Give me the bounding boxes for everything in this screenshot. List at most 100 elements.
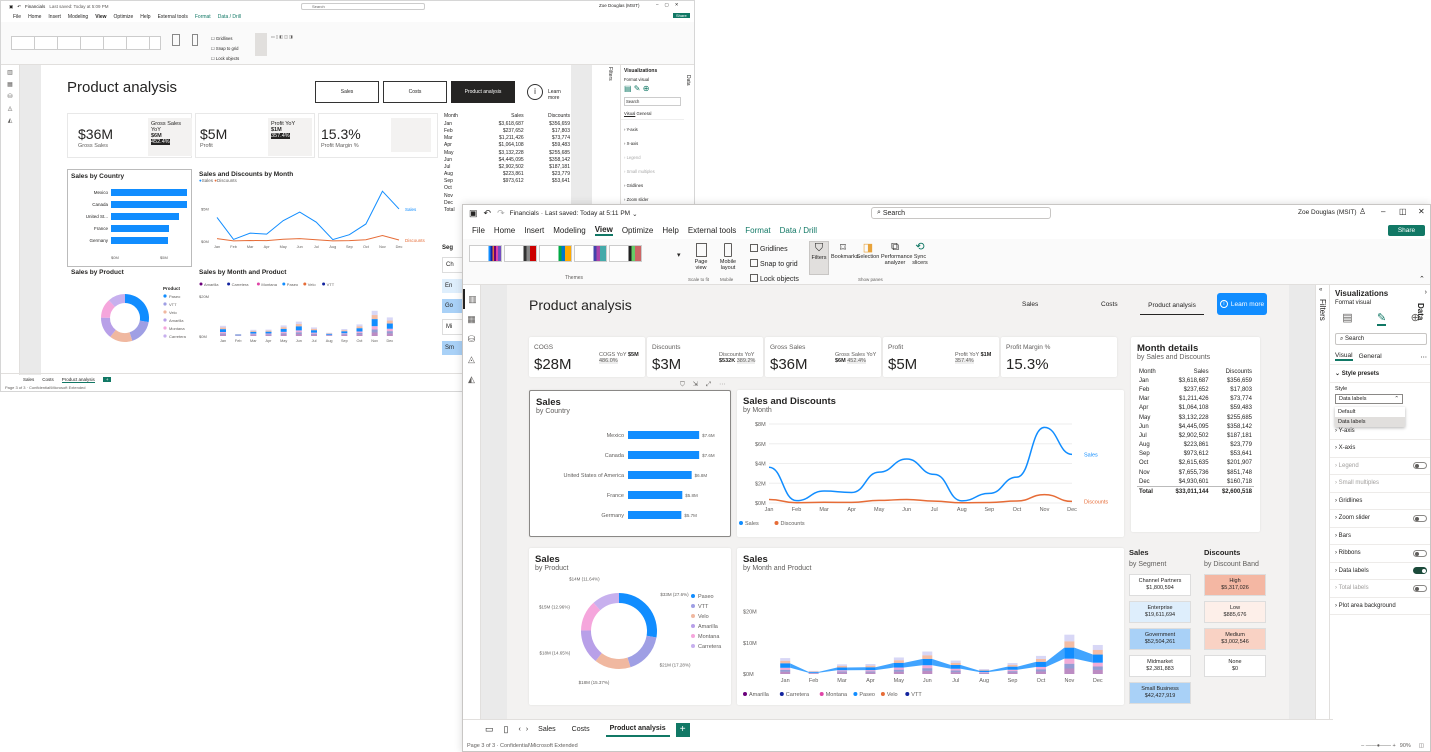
back-save-icon[interactable]: ▣ <box>9 4 13 10</box>
format-visual-icon[interactable]: ✎ <box>1376 311 1387 326</box>
tab-product-analysis[interactable]: Product analysis <box>605 722 670 737</box>
back-viz-section[interactable]: › Small multiples <box>624 165 681 179</box>
menu-optimize[interactable]: Optimize <box>622 226 654 235</box>
menu-modeling[interactable]: Modeling <box>553 226 585 235</box>
kpi-card-gross-sales[interactable]: Gross Sales $36M Gross Sales YoY $6M 452.… <box>765 337 881 377</box>
back-menu-view[interactable]: View <box>95 14 106 20</box>
back-menu-insert[interactable]: Insert <box>48 14 61 20</box>
style-option-data-labels[interactable]: Data labels <box>1335 416 1405 427</box>
back-table-row[interactable]: May $3,132,228 $255,685 <box>442 149 572 156</box>
undo-icon[interactable]: ↶ <box>484 208 492 219</box>
sales-month-product-visual[interactable]: Sales by Month and Product $0M $10M $20M Jan… <box>737 548 1124 705</box>
learn-more-button[interactable]: i Learn more <box>1217 293 1267 315</box>
format-section-gridlines[interactable]: › Gridlines <box>1330 493 1430 510</box>
back-menu-optimize[interactable]: Optimize <box>114 14 134 20</box>
menu-insert[interactable]: Insert <box>524 226 544 235</box>
table-row[interactable]: Dec $4,930,601 $160,718 <box>1137 477 1254 487</box>
back-month-product-visual[interactable]: Sales by Month and Product Jan Feb Mar Apr M… <box>199 269 439 369</box>
sales-by-segment-visual[interactable]: Sales by Segment Channel Partners $1,800,… <box>1129 548 1195 708</box>
table-row[interactable]: Apr $1,064,108 $59,483 <box>1137 404 1254 413</box>
tab-sales[interactable]: Sales <box>538 726 556 733</box>
gridlines-checkbox[interactable]: Gridlines <box>750 242 799 257</box>
format-section-bars[interactable]: › Bars <box>1330 528 1430 545</box>
format-section-data-labels[interactable]: › Data labels <box>1330 563 1430 580</box>
back-viz-section[interactable]: › Legend <box>624 151 681 165</box>
add-page-button[interactable]: + <box>675 722 690 737</box>
back-nav-costs[interactable]: Costs <box>383 81 447 103</box>
discount-band-tile[interactable]: Low $885,676 <box>1204 601 1266 623</box>
redo-icon[interactable]: ↷ <box>497 208 505 219</box>
back-menu-help[interactable]: Help <box>140 14 150 20</box>
saved-dropdown-icon[interactable]: ⌄ <box>632 210 637 218</box>
table-row[interactable]: May $3,132,228 $255,685 <box>1137 413 1254 422</box>
minimize-icon[interactable]: – <box>1381 207 1385 216</box>
theme-swatch[interactable] <box>504 245 537 262</box>
model-view-icon[interactable]: ⛁ <box>463 329 480 349</box>
selection-pane-button[interactable]: ◨ Selection <box>856 241 880 260</box>
mobile-view-toggle-icon[interactable]: ▯ <box>504 724 509 735</box>
table-row[interactable]: Jun $4,445,095 $358,142 <box>1137 422 1254 431</box>
back-window-controls[interactable]: –▢✕ <box>656 2 685 8</box>
menu-view[interactable]: View <box>594 225 613 236</box>
dax-query-icon[interactable]: ◬ <box>463 349 480 369</box>
back-learn-more[interactable]: Learn more <box>548 89 571 101</box>
back-lock-check[interactable]: ☐ Lock objects <box>211 54 239 64</box>
segment-tile[interactable]: Small Business $42,427,919 <box>1129 682 1191 704</box>
back-table-row[interactable]: Mar $1,211,426 $73,774 <box>442 135 572 142</box>
table-row[interactable]: Mar $1,211,426 $73,774 <box>1137 395 1254 404</box>
back-theme-gallery[interactable] <box>11 36 161 50</box>
prev-page-icon[interactable]: ‹ <box>518 726 520 733</box>
style-presets-section[interactable]: ⌄ Style presets <box>1330 365 1430 383</box>
back-tab-sales[interactable]: Sales <box>23 377 34 382</box>
discounts-by-band-visual[interactable]: Discounts by Discount Band High $5,317,02… <box>1204 548 1270 708</box>
back-gridlines-check[interactable]: ☐ Gridlines <box>211 34 239 44</box>
menu-home[interactable]: Home <box>494 226 515 235</box>
expand-filters-icon[interactable]: « <box>1316 285 1329 295</box>
kpi-card-profit[interactable]: Profit $5M Profit YoY $1M 357.4% <box>883 337 999 377</box>
back-sales-discounts-visual[interactable]: Sales and Discounts by Month ●Sales ●Dis… <box>199 171 439 267</box>
page-view-toggle-icon[interactable]: ▭ <box>485 724 494 735</box>
filters-label[interactable]: Filters <box>1318 299 1327 321</box>
back-menu-home[interactable]: Home <box>28 14 41 20</box>
theme-swatch[interactable] <box>539 245 572 262</box>
table-header[interactable]: Month <box>1137 367 1163 376</box>
sync-slicers-button[interactable]: ⟲ Sync slicers <box>910 241 930 266</box>
back-share-button[interactable]: Share <box>673 13 690 18</box>
format-section-ribbons[interactable]: › Ribbons <box>1330 545 1430 563</box>
collapse-viz-icon[interactable]: › <box>1425 289 1427 298</box>
back-table-row[interactable]: Jul $2,902,502 $187,181 <box>442 163 572 170</box>
bookmarks-pane-button[interactable]: ⌑ Bookmarks <box>831 241 859 260</box>
back-menu-modeling[interactable]: Modeling <box>68 14 88 20</box>
menu-help[interactable]: Help <box>662 226 678 235</box>
nav-costs-button[interactable]: Costs <box>1101 301 1118 308</box>
back-nav-product-analysis[interactable]: Product analysis <box>451 81 515 103</box>
tab-costs[interactable]: Costs <box>572 726 590 733</box>
back-sales-product-visual[interactable]: Sales by Product Product Paseo VTT Velo Amar… <box>67 269 192 369</box>
discount-band-tile[interactable]: None $0 <box>1204 655 1266 677</box>
theme-swatch[interactable] <box>609 245 642 262</box>
table-row[interactable]: Aug $223,861 $23,779 <box>1137 441 1254 450</box>
theme-gallery[interactable] <box>469 245 644 263</box>
table-header[interactable]: Discounts <box>1211 367 1254 376</box>
back-table-row[interactable]: Sep $973,612 $53,641 <box>442 178 572 185</box>
back-nav-sales[interactable]: Sales <box>315 81 379 103</box>
menu-format[interactable]: Format <box>745 226 770 235</box>
kpi-card-profit-margin[interactable]: Profit Margin % 15.3% <box>1001 337 1117 377</box>
sales-by-product-visual[interactable]: Sales by Product $33M (27.6%) $21M (17.28%… <box>529 548 731 705</box>
discount-band-tile[interactable]: High $5,317,026 <box>1204 574 1266 596</box>
build-visual-icon[interactable]: ▤ <box>1342 311 1352 326</box>
next-page-icon[interactable]: › <box>526 726 528 733</box>
mobile-layout-button[interactable]: Mobile layout <box>716 243 740 271</box>
data-pane-label[interactable]: Data <box>1416 303 1425 320</box>
format-section-zoom-slider[interactable]: › Zoom slider <box>1330 510 1430 528</box>
month-details-table-visual[interactable]: Month details by Sales and Discounts Mon… <box>1131 337 1260 532</box>
back-undo-icon[interactable]: ↶ <box>17 4 21 10</box>
back-table-row[interactable]: Jun $4,445,095 $358,142 <box>442 156 572 163</box>
table-row[interactable]: Jan $3,618,687 $356,659 <box>1137 376 1254 385</box>
back-table-row[interactable]: Nov <box>442 192 572 199</box>
maximize-icon[interactable]: ◫ <box>1399 207 1407 216</box>
toggle-switch[interactable] <box>1413 584 1427 592</box>
back-viz-section[interactable]: › Y-axis <box>624 123 681 137</box>
menu-external-tools[interactable]: External tools <box>688 226 736 235</box>
filters-pane-button[interactable]: ⛉ Filters <box>809 241 829 275</box>
